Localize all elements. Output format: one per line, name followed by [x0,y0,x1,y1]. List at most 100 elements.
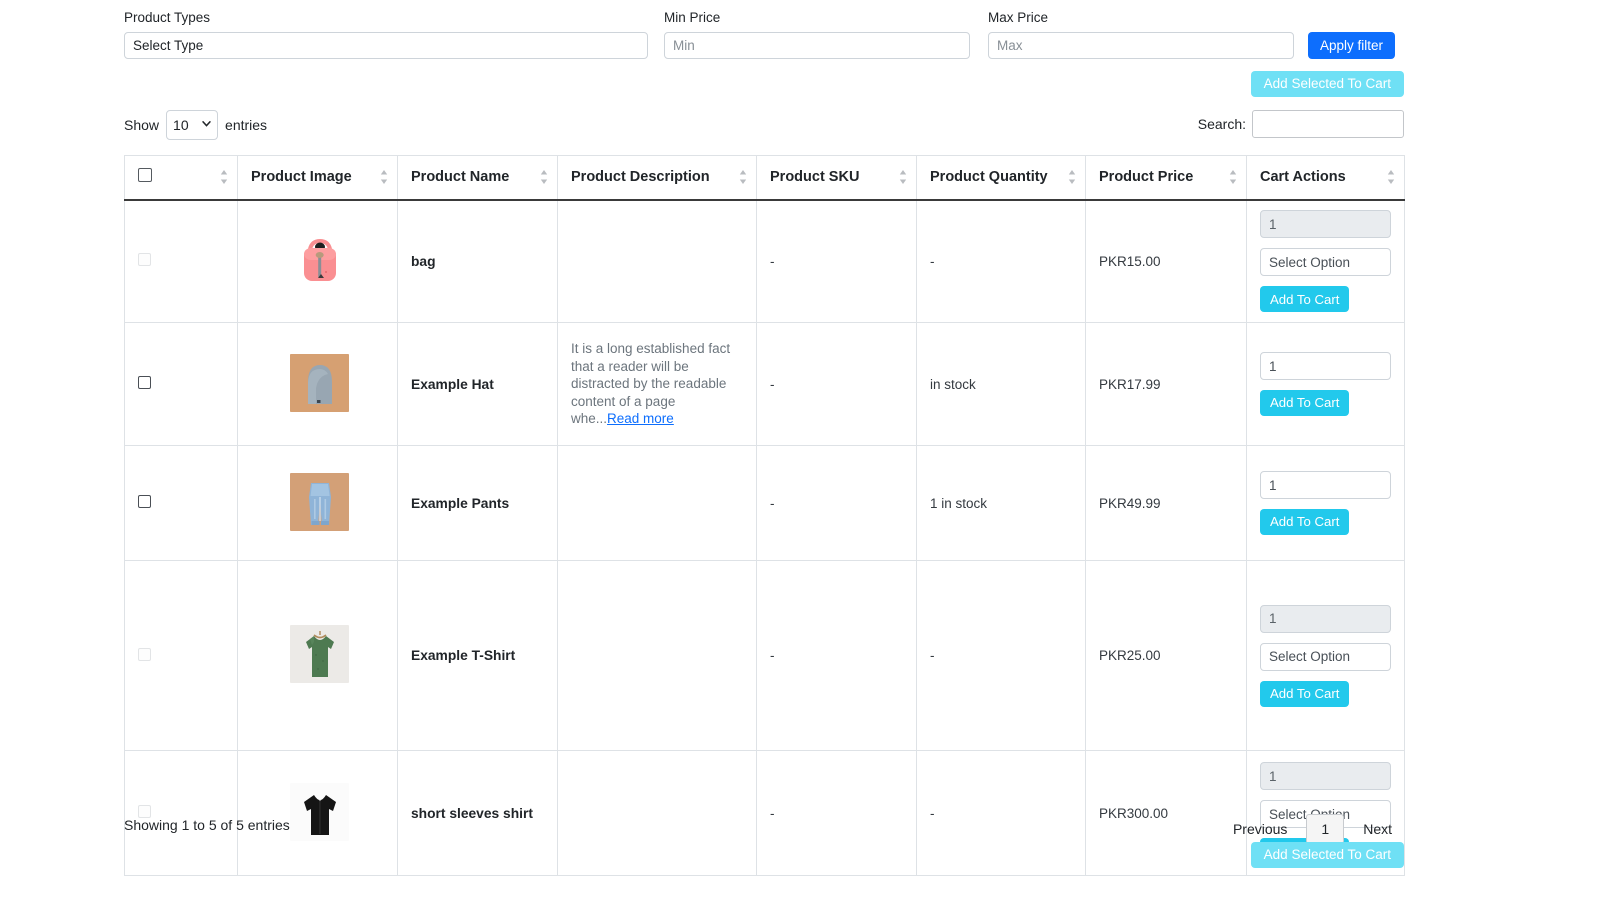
sort-arrows-icon [380,169,388,185]
product-description-cell [558,751,757,876]
max-price-field: Max Price [988,10,1294,59]
product-sku-cell: - [757,751,917,876]
entries-label: entries [225,117,267,133]
entries-length-select[interactable]: 102550100 [166,110,218,140]
product-types-field: Product Types [124,10,648,59]
product-types-select[interactable] [124,32,648,59]
column-header-product-name[interactable]: Product Name [398,156,558,200]
search-group: Search: [1198,110,1404,138]
table-row: bag--PKR15.00Select OptionAdd To Cart [125,200,1405,323]
row-select-cell [125,200,238,323]
sort-arrows-icon [739,169,747,185]
product-quantity-cell: - [917,751,1086,876]
add-to-cart-button[interactable]: Add To Cart [1260,286,1349,312]
product-description-cell [558,561,757,751]
column-header-label: Product Description [571,169,710,185]
row-select-cell [125,323,238,446]
sort-arrows-icon [540,169,548,185]
length-control-group: Show 102550100 entries [124,110,267,140]
max-price-input[interactable] [988,32,1294,59]
row-select-checkbox [138,648,151,661]
product-image-cell [238,751,398,876]
cart-actions-cell: Add To Cart [1247,446,1405,561]
row-select-cell [125,561,238,751]
product-types-select-wrap [124,32,648,59]
product-name-cell: Example Pants [398,446,558,561]
product-sku-cell: - [757,561,917,751]
row-select-checkbox[interactable] [138,495,151,508]
product-name: Example Pants [411,496,509,511]
quantity-input [1260,762,1391,790]
column-header-label: Product Image [251,169,352,185]
product-price-cell: PKR300.00 [1086,751,1247,876]
column-header-label: Cart Actions [1260,169,1346,185]
product-name-cell: Example Hat [398,323,558,446]
table-row: Example Pants-1 in stockPKR49.99Add To C… [125,446,1405,561]
product-list-page: Product Types Min Price Max Price Apply … [0,0,1600,900]
product-description: It is a long established fact that a rea… [571,340,746,428]
column-header-cart-actions[interactable]: Cart Actions [1247,156,1405,200]
show-label: Show [124,117,159,133]
read-more-link[interactable]: Read more [607,411,674,426]
sort-arrows-icon [899,169,907,185]
product-option-select[interactable]: Select Option [1260,248,1391,276]
table-header-row: Product Image Product Name [125,156,1405,200]
product-option-select[interactable]: Select Option [1260,643,1391,671]
select-all-checkbox[interactable] [138,168,152,182]
row-select-cell [125,446,238,561]
quantity-input[interactable] [1260,352,1391,380]
pagination-previous[interactable]: Previous [1220,814,1300,844]
product-description-cell: It is a long established fact that a rea… [558,323,757,446]
product-description-cell [558,446,757,561]
column-header-product-price[interactable]: Product Price [1086,156,1247,200]
sort-arrows-icon [1387,169,1395,185]
cart-actions-cell: Select Option Add To Cart [1247,561,1405,751]
product-quantity-cell: in stock [917,323,1086,446]
product-price-cell: PKR15.00 [1086,200,1247,323]
cart-actions-cell: Select Option Add To Cart [1247,200,1405,323]
add-to-cart-button[interactable]: Add To Cart [1260,681,1349,707]
row-select-checkbox[interactable] [138,376,151,389]
sort-arrows-icon [1068,169,1076,185]
product-description-cell [558,200,757,323]
product-image-cell [238,323,398,446]
column-header-select[interactable] [125,156,238,200]
search-input[interactable] [1252,110,1404,138]
quantity-input[interactable] [1260,471,1391,499]
product-name-cell: Example T-Shirt [398,561,558,751]
add-selected-to-cart-button-bottom[interactable]: Add Selected To Cart [1251,842,1404,868]
add-to-cart-button[interactable]: Add To Cart [1260,509,1349,535]
filter-bar: Product Types Min Price Max Price Apply … [124,10,1404,59]
pagination-next[interactable]: Next [1350,814,1405,844]
apply-filter-field: Apply filter [1308,32,1395,59]
max-price-label: Max Price [988,10,1294,26]
column-header-label: Product Price [1099,169,1193,185]
column-header-product-image[interactable]: Product Image [238,156,398,200]
column-header-product-quantity[interactable]: Product Quantity [917,156,1086,200]
quantity-input [1260,605,1391,633]
product-image-cell [238,200,398,323]
entries-info: Showing 1 to 5 of 5 entries [124,817,290,833]
table-row: Example T-Shirt--PKR25.00Select OptionAd… [125,561,1405,751]
add-to-cart-button[interactable]: Add To Cart [1260,390,1349,416]
row-select-checkbox [138,253,151,266]
column-header-label: Product Quantity [930,169,1048,185]
sort-arrows-icon [220,169,228,185]
add-selected-to-cart-button-top[interactable]: Add Selected To Cart [1251,71,1404,97]
table-controls-row: Show 102550100 entries Search: [124,110,1404,142]
min-price-input[interactable] [664,32,970,59]
product-name: Example T-Shirt [411,648,515,663]
table-footer: Showing 1 to 5 of 5 entries Previous 1 N… [124,814,1405,844]
products-table-head: Product Image Product Name [125,156,1405,200]
product-price-cell: PKR49.99 [1086,446,1247,561]
product-quantity-cell: - [917,200,1086,323]
column-header-product-description[interactable]: Product Description [558,156,757,200]
column-header-label: Product Name [411,169,509,185]
product-name: bag [411,254,436,269]
apply-filter-button[interactable]: Apply filter [1308,32,1395,59]
pagination-page-1[interactable]: 1 [1306,814,1344,844]
column-header-product-sku[interactable]: Product SKU [757,156,917,200]
products-table-body: bag--PKR15.00Select OptionAdd To Cart Ex… [125,200,1405,876]
product-name: Example Hat [411,377,494,392]
quantity-input [1260,210,1391,238]
